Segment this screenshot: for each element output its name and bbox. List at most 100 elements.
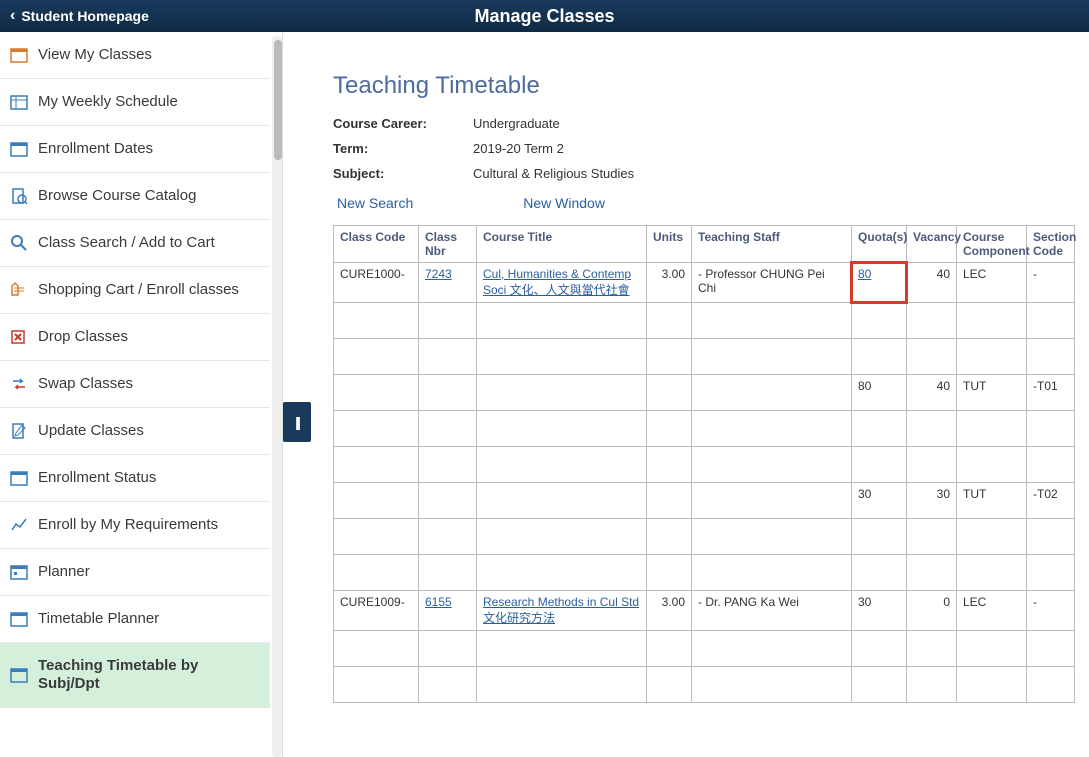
status-icon — [10, 469, 28, 487]
new-search-link[interactable]: New Search — [337, 195, 413, 211]
cell-link[interactable]: 6155 — [425, 595, 452, 609]
sidebar-item-timetable-planner[interactable]: Timetable Planner — [0, 596, 270, 643]
col-header: Course Title — [477, 226, 647, 263]
table-cell — [1027, 555, 1075, 591]
sidebar-item-browse-course-catalog[interactable]: Browse Course Catalog — [0, 173, 270, 220]
sidebar-item-label: Timetable Planner — [38, 610, 159, 628]
sidebar-item-enroll-by-my-requirements[interactable]: Enroll by My Requirements — [0, 502, 270, 549]
table-cell — [419, 667, 477, 703]
table-cell — [477, 555, 647, 591]
table-cell — [477, 667, 647, 703]
table-cell — [907, 447, 957, 483]
table-cell: CURE1009- — [334, 591, 419, 631]
table-cell — [334, 555, 419, 591]
term-label: Term: — [333, 141, 473, 156]
table-cell[interactable]: Cul, Humanities & Contemp Soci 文化、人文與當代社… — [477, 263, 647, 303]
scrollbar-track[interactable] — [272, 36, 282, 757]
sidebar-item-shopping-cart-enroll-classes[interactable]: Shopping Cart / Enroll classes — [0, 267, 270, 314]
table-cell — [692, 555, 852, 591]
table-cell: 30 — [852, 483, 907, 519]
table-cell — [907, 303, 957, 339]
table-cell[interactable]: Research Methods in Cul Std 文化研究方法 — [477, 591, 647, 631]
table-cell — [1027, 667, 1075, 703]
table-cell — [957, 555, 1027, 591]
table-cell — [419, 303, 477, 339]
career-label: Course Career: — [333, 116, 473, 131]
cart-icon — [10, 281, 28, 299]
table-cell: TUT — [957, 483, 1027, 519]
table-cell — [647, 555, 692, 591]
collapse-sidebar-button[interactable]: || — [283, 402, 311, 442]
table-cell[interactable]: 6155 — [419, 591, 477, 631]
top-bar: ‹ Student Homepage Manage Classes — [0, 0, 1089, 32]
sidebar-item-label: Drop Classes — [38, 328, 128, 346]
table-cell — [957, 631, 1027, 667]
sidebar-item-swap-classes[interactable]: Swap Classes — [0, 361, 270, 408]
table-row — [334, 339, 1075, 375]
table-cell — [419, 447, 477, 483]
table-cell — [852, 555, 907, 591]
table-cell — [907, 411, 957, 447]
table-cell — [907, 555, 957, 591]
calendar-icon — [10, 46, 28, 64]
sidebar-item-label: My Weekly Schedule — [38, 93, 178, 111]
table-cell — [852, 667, 907, 703]
table-cell: TUT — [957, 375, 1027, 411]
cell-link[interactable]: 7243 — [425, 267, 452, 281]
sidebar-item-class-search-add-to-cart[interactable]: Class Search / Add to Cart — [0, 220, 270, 267]
table-cell — [419, 483, 477, 519]
term-value: 2019-20 Term 2 — [473, 141, 564, 156]
table-row — [334, 411, 1075, 447]
table-cell — [852, 447, 907, 483]
table-cell: 3.00 — [647, 591, 692, 631]
table-cell: CURE1000- — [334, 263, 419, 303]
table-cell[interactable]: 80 — [852, 263, 907, 303]
back-button[interactable]: ‹ Student Homepage — [10, 7, 149, 25]
table-row: CURE1009- 6155 Research Methods in Cul Std… — [334, 591, 1075, 631]
table-cell: 30 — [852, 591, 907, 631]
sidebar-item-label: Enroll by My Requirements — [38, 516, 218, 534]
sidebar-item-view-my-classes[interactable]: View My Classes — [0, 32, 270, 79]
cell-link[interactable]: Cul, Humanities & Contemp Soci 文化、人文與當代社… — [483, 267, 631, 297]
sidebar-item-drop-classes[interactable]: Drop Classes — [0, 314, 270, 361]
table-cell — [334, 631, 419, 667]
sidebar-item-label: Teaching Timetable by Subj/Dpt — [38, 657, 260, 693]
table-cell — [334, 411, 419, 447]
sidebar-item-enrollment-dates[interactable]: Enrollment Dates — [0, 126, 270, 173]
new-window-link[interactable]: New Window — [523, 195, 605, 211]
scrollbar-thumb[interactable] — [274, 40, 282, 160]
table-cell — [1027, 303, 1075, 339]
table-cell — [1027, 519, 1075, 555]
calendar-week-icon — [10, 93, 28, 111]
sidebar: View My Classes My Weekly Schedule Enrollm… — [0, 32, 283, 757]
table-cell — [477, 519, 647, 555]
table-cell[interactable]: 7243 — [419, 263, 477, 303]
subject-label: Subject: — [333, 166, 473, 181]
sidebar-item-planner[interactable]: Planner — [0, 549, 270, 596]
table-cell — [647, 339, 692, 375]
table-row — [334, 667, 1075, 703]
table-cell — [692, 667, 852, 703]
career-value: Undergraduate — [473, 116, 560, 131]
cell-link[interactable]: 80 — [858, 267, 871, 281]
table-cell — [852, 303, 907, 339]
sidebar-item-teaching-timetable-by-subj-dpt[interactable]: Teaching Timetable by Subj/Dpt — [0, 643, 270, 708]
sidebar-item-enrollment-status[interactable]: Enrollment Status — [0, 455, 270, 502]
table-cell — [957, 411, 1027, 447]
table-cell: 40 — [907, 375, 957, 411]
table-cell — [334, 303, 419, 339]
table-cell — [647, 447, 692, 483]
app-title: Manage Classes — [474, 6, 614, 27]
sidebar-item-label: Planner — [38, 563, 90, 581]
table-cell — [852, 519, 907, 555]
table-cell — [957, 447, 1027, 483]
sidebar-item-my-weekly-schedule[interactable]: My Weekly Schedule — [0, 79, 270, 126]
table-row — [334, 631, 1075, 667]
sidebar-item-update-classes[interactable]: Update Classes — [0, 408, 270, 455]
cell-link[interactable]: Research Methods in Cul Std 文化研究方法 — [483, 595, 639, 625]
table-cell — [692, 631, 852, 667]
col-header: Class Nbr — [419, 226, 477, 263]
calendar-icon — [10, 610, 28, 628]
table-row — [334, 447, 1075, 483]
table-cell: LEC — [957, 591, 1027, 631]
